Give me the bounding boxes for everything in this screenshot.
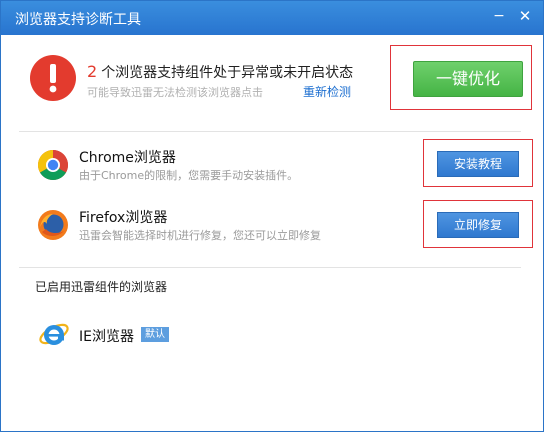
enabled-section-title: 已启用迅雷组件的浏览器	[35, 280, 168, 294]
divider	[19, 131, 521, 132]
default-badge: 默认	[141, 327, 169, 342]
issue-message: 个浏览器支持组件处于异常或未开启状态	[101, 65, 354, 81]
install-guide-button[interactable]: 安装教程	[437, 151, 519, 177]
divider	[19, 267, 521, 268]
one-click-optimize-button[interactable]: 一键优化	[413, 61, 523, 97]
chrome-icon	[37, 150, 69, 181]
close-button[interactable]: ✕	[515, 6, 535, 26]
firefox-browser-name: Firefox浏览器	[79, 210, 168, 226]
chrome-browser-desc: 由于Chrome的限制，您需要手动安装插件。	[79, 169, 299, 182]
warning-icon	[30, 55, 76, 101]
chrome-browser-name: Chrome浏览器	[79, 150, 176, 166]
ie-browser-name: IE浏览器	[79, 329, 134, 345]
diagnostic-window: 浏览器支持诊断工具 − ✕ 2 个浏览器支持组件处于异常或未开启状态 可能导致迅雷…	[0, 0, 544, 432]
fix-now-button[interactable]: 立即修复	[437, 212, 519, 238]
window-title: 浏览器支持诊断工具	[15, 12, 141, 28]
issue-count: 2	[87, 62, 98, 81]
ie-icon	[39, 323, 69, 345]
minimize-button[interactable]: −	[489, 6, 509, 26]
firefox-browser-desc: 迅雷会智能选择时机进行修复，您还可以立即修复	[79, 229, 321, 242]
title-bar[interactable]: 浏览器支持诊断工具 − ✕	[1, 1, 543, 35]
issue-summary: 2 个浏览器支持组件处于异常或未开启状态	[87, 62, 353, 82]
recheck-link[interactable]: 重新检测	[303, 83, 351, 100]
firefox-icon	[38, 210, 68, 240]
issue-hint: 可能导致迅雷无法检测该浏览器点击	[87, 86, 263, 99]
